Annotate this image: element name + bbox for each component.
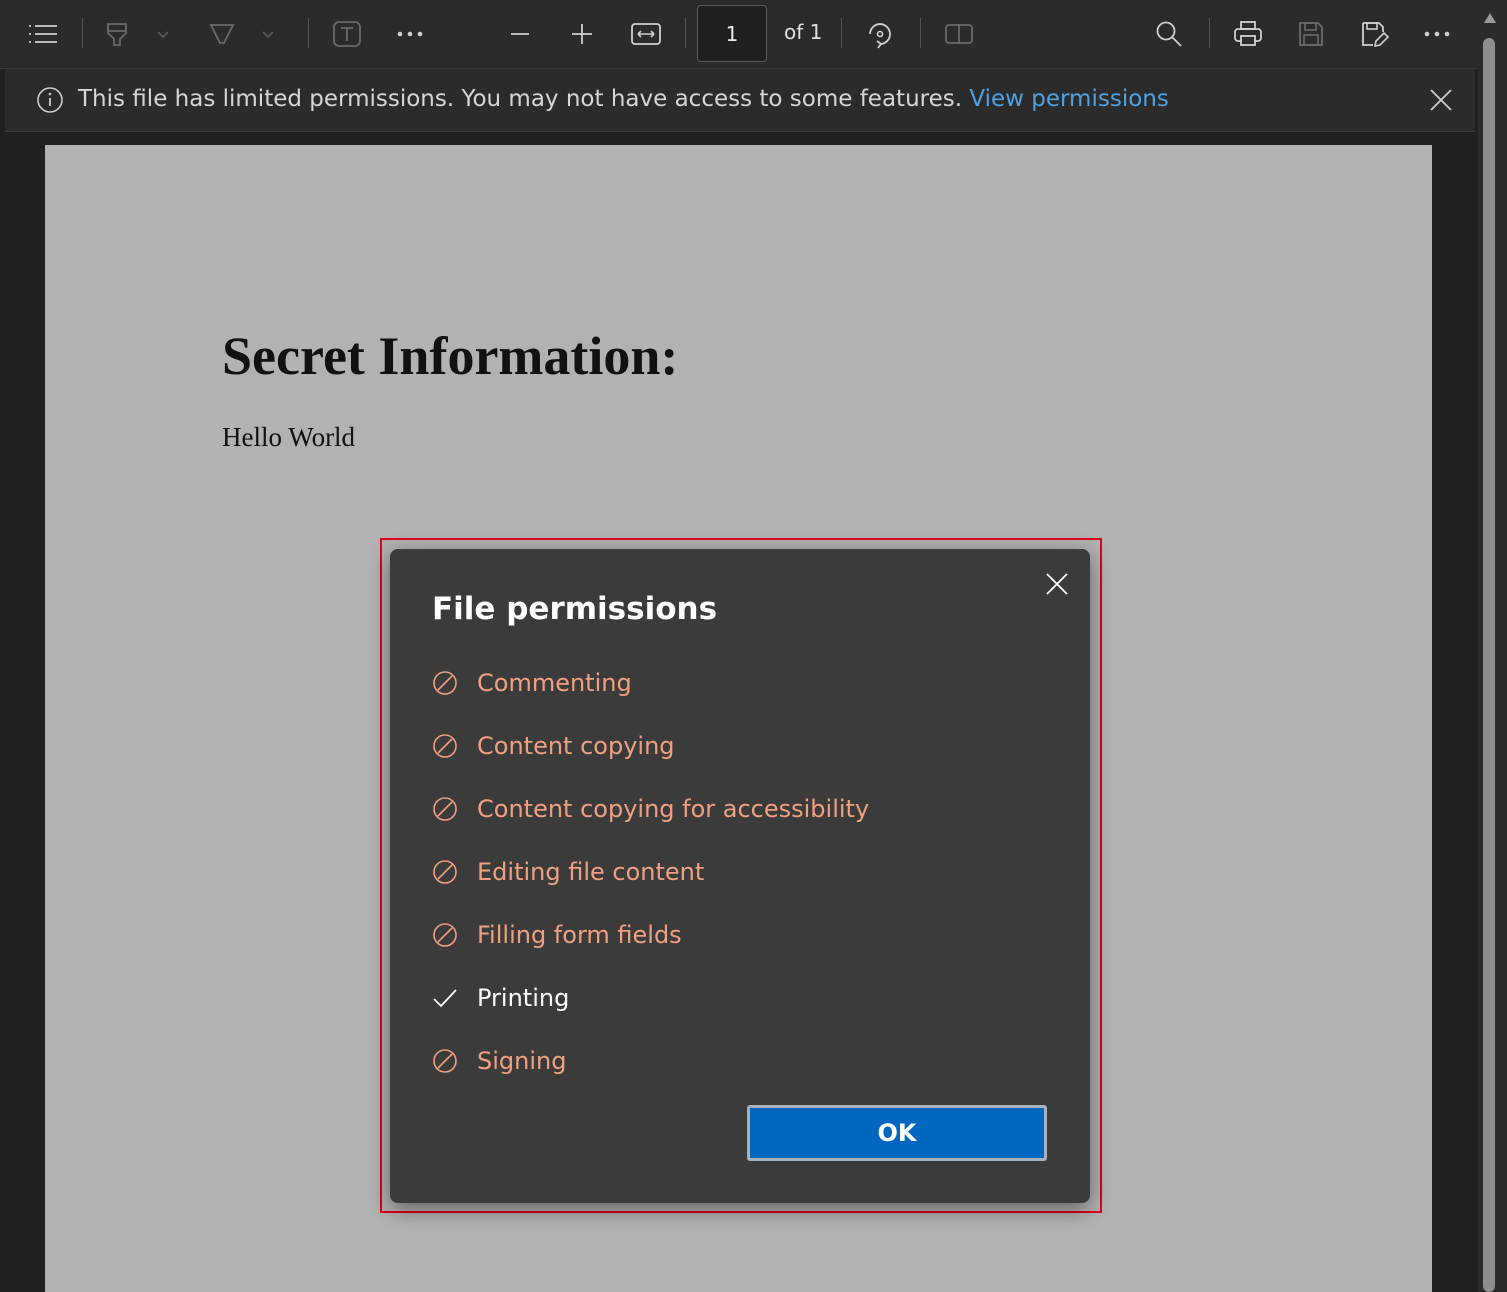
ok-button[interactable]: OK <box>747 1105 1047 1161</box>
rotate-button[interactable] <box>862 14 898 54</box>
zoom-out-icon <box>511 33 529 35</box>
infobar-message: This file has limited permissions. You m… <box>78 86 1169 112</box>
scrollbar-thumb[interactable] <box>1483 38 1495 1292</box>
blocked-icon <box>432 859 458 885</box>
dialog-title: File permissions <box>432 591 718 627</box>
text-button[interactable] <box>329 14 365 54</box>
chevron-down-icon <box>157 31 169 39</box>
contents-button[interactable] <box>24 14 60 54</box>
permission-label: Printing <box>477 984 570 1012</box>
permission-item-commenting: Commenting <box>432 663 632 703</box>
zoom-in-button[interactable] <box>564 14 600 54</box>
scroll-up-arrow-icon[interactable] <box>1483 12 1497 24</box>
highlight-icon <box>107 23 127 46</box>
dialog-close-button[interactable] <box>1042 569 1072 603</box>
draw-button[interactable] <box>204 14 240 54</box>
page-count: of 1 <box>784 20 823 44</box>
blocked-icon <box>432 796 458 822</box>
toolbar-divider <box>841 18 842 48</box>
toolbar-divider <box>308 18 309 48</box>
permissions-infobar: This file has limited permissions. You m… <box>5 69 1475 132</box>
permission-label: Commenting <box>477 669 632 697</box>
fit-width-button[interactable] <box>628 14 664 54</box>
save-button[interactable] <box>1293 14 1329 54</box>
zoom-out-button[interactable] <box>502 14 538 54</box>
blocked-icon <box>432 922 458 948</box>
blocked-icon <box>432 1048 458 1074</box>
permission-label: Signing <box>477 1047 567 1075</box>
document-title: Secret Information: <box>222 326 679 386</box>
blocked-icon <box>432 670 458 696</box>
print-button[interactable] <box>1230 14 1266 54</box>
toolbar-divider <box>1209 18 1210 48</box>
file-permissions-dialog: File permissions Commenting Content copy… <box>390 549 1090 1203</box>
permission-label: Content copying for accessibility <box>477 795 870 823</box>
page-number-input[interactable]: 1 <box>697 5 767 62</box>
highlight-dropdown[interactable] <box>146 14 180 54</box>
info-icon <box>37 87 63 113</box>
permission-item-editing: Editing file content <box>432 852 704 892</box>
permission-label: Content copying <box>477 732 675 760</box>
save-as-button[interactable] <box>1356 14 1392 54</box>
fit-width-icon <box>631 23 661 45</box>
close-icon <box>1046 573 1068 595</box>
contents-icon <box>29 25 57 43</box>
blocked-icon <box>432 733 458 759</box>
draw-icon <box>209 24 235 44</box>
search-icon <box>1156 21 1182 47</box>
permission-item-content-copying-accessibility: Content copying for accessibility <box>432 789 869 829</box>
save-as-icon <box>1362 22 1389 48</box>
zoom-in-icon <box>572 24 592 44</box>
search-button[interactable] <box>1151 14 1187 54</box>
toolbar-divider <box>82 18 83 48</box>
permission-item-signing: Signing <box>432 1041 566 1081</box>
toolbar: 1 of 1 <box>0 0 1478 69</box>
more-icon <box>397 31 423 37</box>
document-body: Hello World <box>222 422 356 452</box>
rotate-icon <box>869 23 891 49</box>
more-options-button[interactable] <box>1419 14 1455 54</box>
infobar-close-button[interactable] <box>1425 84 1457 120</box>
page-view-button[interactable] <box>941 14 977 54</box>
infobar-text: This file has limited permissions. You m… <box>78 86 963 112</box>
permission-item-printing: Printing <box>432 978 569 1018</box>
view-permissions-link[interactable]: View permissions <box>969 86 1168 112</box>
print-icon <box>1234 21 1262 46</box>
permission-label: Editing file content <box>477 858 705 886</box>
highlight-button[interactable] <box>99 14 135 54</box>
chevron-down-icon <box>262 31 274 39</box>
close-icon <box>1430 89 1452 111</box>
more-tools-button[interactable] <box>392 14 428 54</box>
permission-item-content-copying: Content copying <box>432 726 675 766</box>
page-view-icon <box>945 24 973 44</box>
toolbar-divider <box>920 18 921 48</box>
save-icon <box>1299 22 1323 46</box>
permission-item-filling-forms: Filling form fields <box>432 915 682 955</box>
draw-dropdown[interactable] <box>251 14 285 54</box>
check-icon <box>432 985 458 1011</box>
more-icon <box>1424 31 1450 37</box>
text-icon <box>333 21 361 47</box>
permission-label: Filling form fields <box>477 921 682 949</box>
toolbar-divider <box>685 18 686 48</box>
